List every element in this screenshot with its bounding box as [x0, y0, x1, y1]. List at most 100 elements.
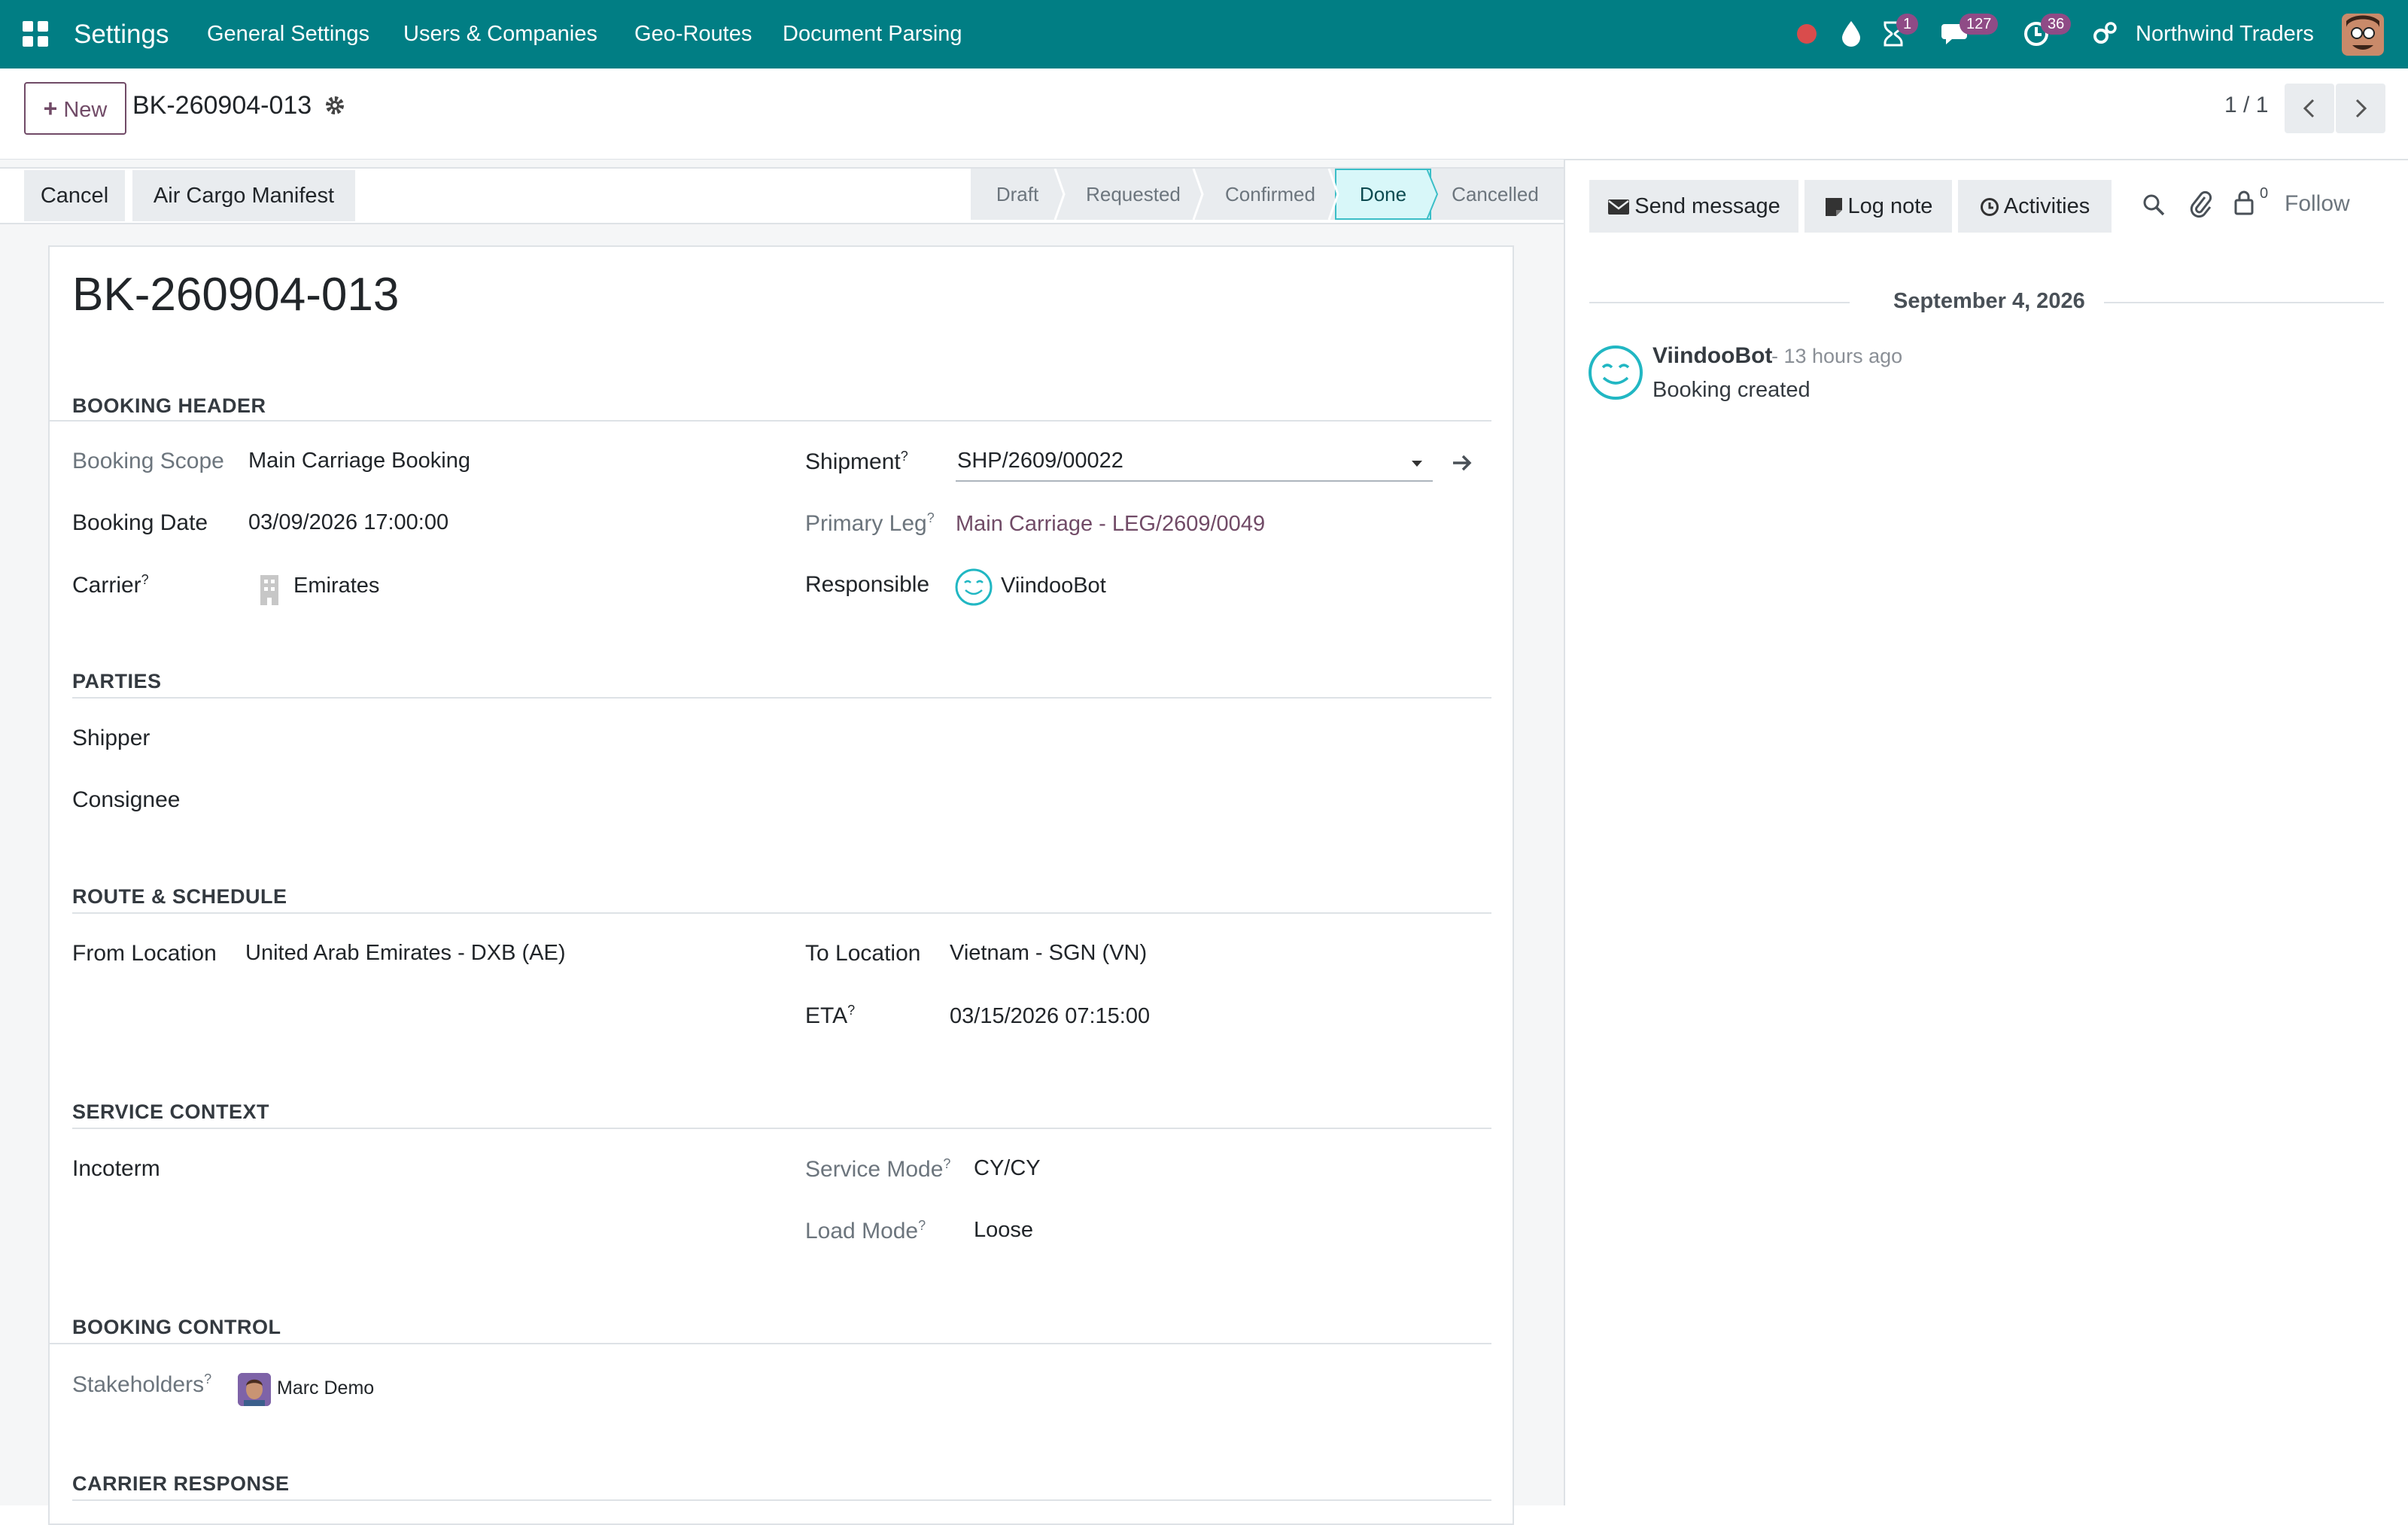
booking-date-value[interactable]: 03/09/2026 17:00:00 — [248, 510, 448, 535]
help-mark[interactable]: ? — [927, 510, 935, 525]
stakeholder-tag[interactable]: Marc Demo — [277, 1377, 374, 1399]
follow-button[interactable]: Follow — [2285, 191, 2350, 217]
activity-badge: 1 — [1896, 14, 1919, 35]
primary-leg-link[interactable]: Main Carriage - LEG/2609/0049 — [956, 512, 1265, 537]
clock-icon — [1980, 198, 1999, 217]
section-booking-control: BOOKING CONTROL — [72, 1316, 281, 1338]
incoterm-label: Incoterm — [72, 1156, 160, 1181]
message-time: - 13 hours ago — [1771, 345, 1903, 367]
person-face-icon — [238, 1373, 271, 1406]
messages-badge: 127 — [1960, 14, 1999, 35]
shipment-field[interactable]: SHP/2609/00022 — [956, 443, 1433, 482]
service-mode-label: Service Mode? — [805, 1156, 950, 1183]
new-button-label: New — [63, 98, 108, 122]
booking-scope-label: Booking Scope — [72, 449, 224, 473]
pager-value[interactable]: 1 / 1 — [2224, 93, 2268, 118]
record-dot-icon[interactable] — [1797, 24, 1817, 44]
author-avatar-icon[interactable] — [1588, 345, 1643, 400]
eta-label-text: ETA — [805, 1003, 848, 1028]
arrow-right-icon[interactable] — [1451, 452, 1473, 474]
help-mark[interactable]: ? — [901, 449, 908, 464]
section-route-schedule: ROUTE & SCHEDULE — [72, 885, 287, 908]
record-title: BK-260904-013 — [72, 269, 400, 321]
log-note-button[interactable]: Log note — [1804, 180, 1952, 233]
droplet-icon[interactable] — [1841, 20, 1862, 47]
app-title[interactable]: Settings — [74, 0, 169, 68]
help-mark[interactable]: ? — [918, 1218, 926, 1233]
help-mark[interactable]: ? — [141, 572, 149, 587]
load-mode-value[interactable]: Loose — [974, 1218, 1033, 1243]
menu-general-settings[interactable]: General Settings — [207, 0, 369, 68]
eta-value[interactable]: 03/15/2026 07:15:00 — [950, 1004, 1150, 1029]
service-mode-value[interactable]: CY/CY — [974, 1156, 1041, 1181]
viindoobot-avatar-icon — [955, 568, 993, 606]
menu-geo-routes[interactable]: Geo-Routes — [634, 0, 752, 68]
date-separator-line-right — [2104, 302, 2384, 303]
section-divider — [72, 1128, 1491, 1129]
help-mark[interactable]: ? — [847, 1003, 855, 1018]
primary-leg-label-text: Primary Leg — [805, 511, 927, 536]
settings-gears-icon[interactable] — [2092, 21, 2118, 47]
stakeholders-label: Stakeholders? — [72, 1371, 211, 1398]
section-divider — [72, 1499, 1491, 1501]
section-divider — [72, 697, 1491, 699]
company-building-icon — [260, 575, 278, 605]
to-location-value[interactable]: Vietnam - SGN (VN) — [950, 941, 1147, 966]
stakeholders-label-text: Stakeholders — [72, 1372, 205, 1397]
plus-icon: + — [43, 95, 58, 122]
carrier-label-text: Carrier — [72, 573, 141, 598]
search-icon[interactable] — [2142, 193, 2166, 217]
booking-scope-value[interactable]: Main Carriage Booking — [248, 449, 470, 473]
section-service-context: SERVICE CONTEXT — [72, 1100, 270, 1123]
gear-icon[interactable] — [324, 94, 346, 117]
activities-label: Activities — [2003, 194, 2090, 218]
pager-previous-button[interactable] — [2285, 84, 2334, 133]
section-parties: PARTIES — [72, 670, 162, 692]
shipment-label: Shipment? — [805, 449, 908, 475]
to-location-label: To Location — [805, 941, 921, 966]
message-body: Booking created — [1652, 378, 1811, 402]
responsible-label: Responsible — [805, 572, 930, 597]
stage-separators — [1054, 169, 1439, 220]
paperclip-icon[interactable] — [2190, 190, 2212, 218]
new-button[interactable]: + New — [24, 82, 126, 135]
chevron-left-icon — [2303, 99, 2315, 118]
message-author[interactable]: ViindooBot — [1652, 343, 1772, 369]
user-avatar-face-icon — [2342, 14, 2384, 56]
apps-menu-icon[interactable] — [23, 21, 48, 47]
from-location-value[interactable]: United Arab Emirates - DXB (AE) — [245, 941, 565, 966]
followers-count: 0 — [2260, 185, 2269, 202]
company-switcher[interactable]: Northwind Traders — [2136, 0, 2314, 68]
cancel-button[interactable]: Cancel — [24, 170, 125, 221]
section-divider — [48, 1343, 1491, 1344]
menu-users-companies[interactable]: Users & Companies — [403, 0, 597, 68]
shipment-value: SHP/2609/00022 — [957, 449, 1123, 473]
section-booking-header: BOOKING HEADER — [72, 394, 266, 417]
breadcrumb: BK-260904-013 — [132, 91, 312, 120]
help-mark[interactable]: ? — [943, 1156, 950, 1171]
booking-date-label: Booking Date — [72, 510, 208, 535]
envelope-icon — [1608, 199, 1630, 215]
control-panel: + New BK-260904-013 1 / 1 — [0, 68, 2408, 160]
consignee-label: Consignee — [72, 787, 181, 812]
section-carrier-response: CARRIER RESPONSE — [72, 1472, 290, 1495]
user-avatar[interactable] — [2342, 14, 2384, 56]
help-mark[interactable]: ? — [204, 1371, 211, 1387]
service-mode-label-text: Service Mode — [805, 1157, 944, 1182]
pager-next-button[interactable] — [2336, 84, 2385, 133]
send-message-button[interactable]: Send message — [1589, 180, 1798, 233]
stakeholder-avatar — [238, 1373, 271, 1406]
clock-badge: 36 — [2041, 14, 2072, 35]
air-cargo-manifest-button[interactable]: Air Cargo Manifest — [132, 170, 355, 221]
lock-followers-icon[interactable] — [2233, 190, 2254, 215]
section-divider — [48, 420, 1491, 422]
responsible-value[interactable]: ViindooBot — [1001, 574, 1106, 598]
activities-button[interactable]: Activities — [1958, 180, 2112, 233]
menu-document-parsing[interactable]: Document Parsing — [783, 0, 962, 68]
carrier-label: Carrier? — [72, 572, 149, 598]
status-bar: Cancel Air Cargo Manifest Draft Requeste… — [0, 167, 1564, 224]
log-note-label: Log note — [1847, 194, 1933, 218]
send-message-label: Send message — [1634, 194, 1780, 218]
caret-down-icon[interactable] — [1410, 459, 1424, 468]
carrier-value[interactable]: Emirates — [293, 574, 379, 598]
